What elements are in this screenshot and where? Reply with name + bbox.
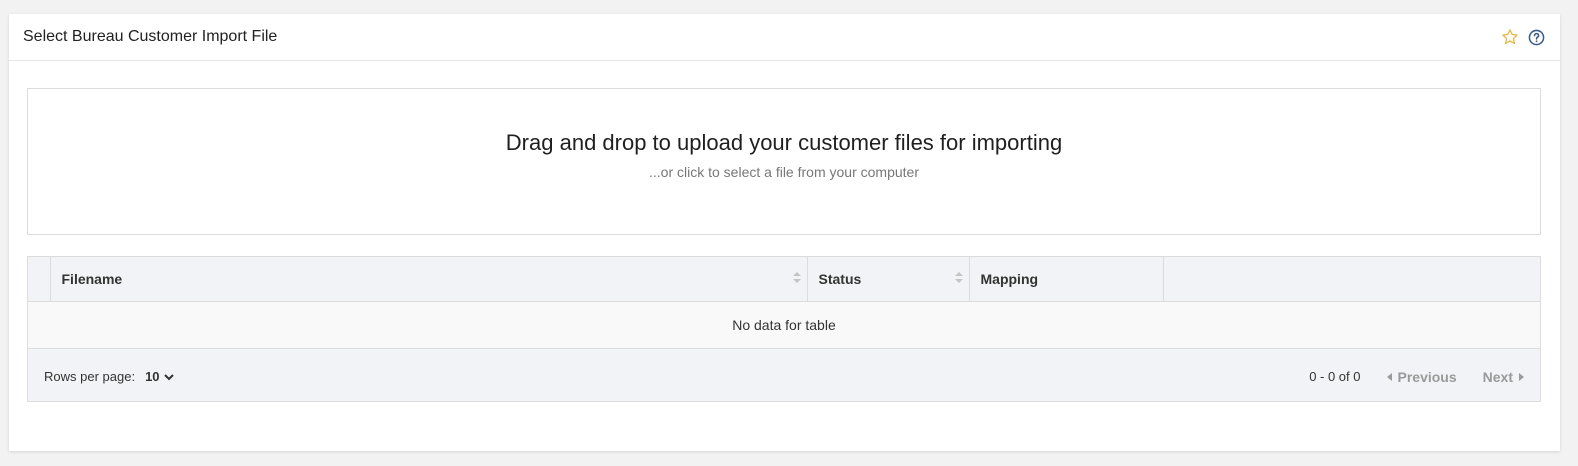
column-header-label: Status	[818, 270, 862, 287]
select-column-header	[28, 257, 51, 302]
rows-per-page: Rows per page: 10	[44, 369, 174, 384]
page-title: Select Bureau Customer Import File	[23, 28, 278, 45]
star-icon[interactable]	[1500, 27, 1520, 47]
table-header-row: Filename Status Mapping	[28, 257, 1540, 302]
dropzone-subtitle: ...or click to select a file from your c…	[649, 163, 919, 180]
previous-label: Previous	[1397, 368, 1457, 385]
table-row: No data for table	[28, 301, 1540, 349]
rows-per-page-label: Rows per page:	[44, 369, 136, 384]
column-header-filename[interactable]: Filename	[50, 257, 808, 302]
previous-page-button[interactable]: Previous	[1386, 368, 1457, 385]
next-page-button[interactable]: Next	[1483, 369, 1524, 385]
help-icon[interactable]	[1526, 27, 1546, 47]
dropzone-title: Drag and drop to upload your customer fi…	[505, 129, 1063, 155]
next-label: Next	[1482, 368, 1513, 385]
column-header-mapping: Mapping	[969, 257, 1164, 302]
table-footer: Rows per page: 10 0 - 0 of 0 Previous Ne…	[28, 349, 1540, 405]
pagination: 0 - 0 of 0 Previous Next	[1309, 369, 1524, 385]
pagination-range: 0 - 0 of 0	[1309, 369, 1361, 384]
column-header-status[interactable]: Status	[807, 257, 970, 302]
files-table: Filename Status Mapping No data for tabl…	[27, 256, 1541, 402]
import-card: Select Bureau Customer Import File Drag …	[9, 14, 1560, 451]
card-header: Select Bureau Customer Import File	[9, 14, 1560, 61]
sort-icon[interactable]	[954, 272, 963, 286]
rows-per-page-value: 10	[145, 369, 160, 384]
header-actions	[1500, 27, 1546, 47]
empty-table-message: No data for table	[28, 301, 1540, 349]
chevron-right-icon	[1519, 372, 1524, 381]
chevron-down-icon	[163, 373, 174, 380]
column-header-label: Filename	[61, 270, 123, 287]
rows-per-page-select[interactable]: 10	[145, 369, 174, 384]
chevron-left-icon	[1386, 372, 1392, 381]
file-dropzone[interactable]: Drag and drop to upload your customer fi…	[27, 88, 1541, 235]
column-header-label: Mapping	[980, 270, 1039, 287]
column-header-actions	[1163, 257, 1540, 302]
sort-icon[interactable]	[792, 272, 801, 286]
